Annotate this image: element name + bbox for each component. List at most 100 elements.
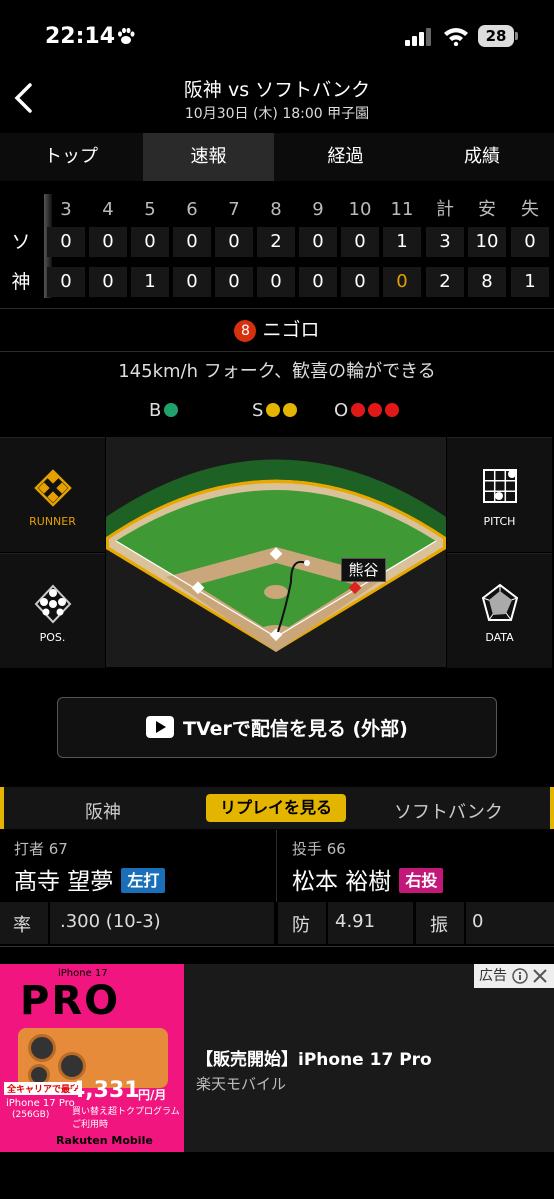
ad-img-price: 4,331 xyxy=(70,1078,140,1103)
score-cell: 0 xyxy=(131,227,169,257)
inning-header: 6 xyxy=(186,199,198,220)
info-icon xyxy=(512,968,528,984)
signal-icon xyxy=(405,28,431,46)
count-dot xyxy=(164,403,179,417)
game-title: 阪神 vs ソフトバンク xyxy=(183,79,371,101)
inning-header: 計 xyxy=(436,199,454,220)
play-description: 145km/h フォーク、歓喜の輪ができる xyxy=(118,361,436,382)
wifi-icon xyxy=(444,28,468,46)
pos-button[interactable]: POS. xyxy=(0,553,105,668)
team-away-label: ソ xyxy=(11,231,31,253)
score-cell: 0 xyxy=(173,227,211,257)
ad-img-storage: (256GB) xyxy=(12,1110,50,1120)
score-cell: 0 xyxy=(299,267,337,297)
inning-header: 3 xyxy=(60,199,72,220)
score-cell: 0 xyxy=(299,227,337,257)
paw-icon xyxy=(118,27,135,44)
batter-label: 打者 67 xyxy=(14,840,68,858)
balls-dots xyxy=(161,400,179,421)
divider xyxy=(0,946,554,947)
out-count: O xyxy=(334,400,400,421)
ad-tag-label: 広告 xyxy=(479,968,507,984)
data-label: DATA xyxy=(485,631,514,644)
batter-info[interactable]: 髙寺 望夢 左打 xyxy=(14,862,166,896)
outs-label: O xyxy=(334,400,349,421)
bar-edge-right xyxy=(550,787,554,829)
ad-title[interactable]: 【販売開始】iPhone 17 Pro xyxy=(196,1045,432,1070)
strikes-dots xyxy=(263,400,298,421)
pos-label: POS. xyxy=(39,631,66,644)
count-dot xyxy=(385,403,400,417)
stat-avg-key: 率 xyxy=(13,915,31,936)
batter-hand-badge: 左打 xyxy=(121,868,166,893)
scoreboard: ソ 神 3 4 5 6 7 8 9 10 11 計安失 0 0 0 0 0 2 0 0 1 3 10 0 0 0 1 0 0 0 0 0 0… xyxy=(0,190,554,302)
score-cell: 0 xyxy=(341,267,379,297)
score-cell: 1 xyxy=(511,267,549,297)
data-button[interactable]: DATA xyxy=(447,553,552,668)
replay-away-team[interactable]: ソフトバンク xyxy=(394,798,503,824)
game-subtitle: 10月30日 (木) 18:00 甲子園 xyxy=(184,106,370,122)
divider xyxy=(0,351,554,352)
runner-button[interactable]: RUNNER xyxy=(0,437,105,552)
inning-header: 10 xyxy=(348,199,372,220)
tab-stats[interactable]: 成績 xyxy=(413,133,551,181)
radar-chart-icon xyxy=(481,583,519,621)
position-badge: 8 xyxy=(234,319,257,342)
ad-image[interactable]: iPhone 17 PRO 全キャリアで最安 4,331 円/月 iPhone … xyxy=(0,964,184,1152)
count-dot xyxy=(368,403,383,417)
play-icon xyxy=(146,716,174,738)
inning-header: 9 xyxy=(312,199,324,220)
score-cell: 2 xyxy=(426,267,464,297)
score-cell: 0 xyxy=(215,227,253,257)
replay-button[interactable]: リプレイを見る xyxy=(206,794,346,822)
batter-name: 髙寺 望夢 xyxy=(14,869,114,895)
pitcher-name: 松本 裕樹 xyxy=(292,869,392,895)
score-cell: 1 xyxy=(383,227,421,257)
count-dot xyxy=(351,403,366,417)
inning-header: 7 xyxy=(228,199,240,220)
ad-img-program: 買い替え超トクプログラムご利用時 xyxy=(72,1107,180,1130)
status-time: 22:14 xyxy=(45,24,116,49)
tab-progress[interactable]: 経過 xyxy=(278,133,413,181)
divider xyxy=(276,830,277,902)
team-home-label: 神 xyxy=(11,271,31,293)
score-cell: 10 xyxy=(468,227,506,257)
tab-live[interactable]: 速報 xyxy=(143,133,274,181)
score-cell: 0 xyxy=(89,267,127,297)
strike-count: S xyxy=(252,400,298,421)
count-dot xyxy=(283,403,298,417)
stat-k-value: 0 xyxy=(472,911,484,932)
ad-tag[interactable]: 広告 xyxy=(474,964,554,988)
pitch-button[interactable]: PITCH xyxy=(447,437,552,552)
replay-home-team[interactable]: 阪神 xyxy=(85,798,121,824)
strikes-label: S xyxy=(252,400,264,421)
bar-edge-left xyxy=(0,787,4,829)
score-cell: 3 xyxy=(426,227,464,257)
pitcher-label: 投手 66 xyxy=(292,840,346,858)
ad-img-model: iPhone 17 Pro xyxy=(6,1098,75,1109)
inning-header: 8 xyxy=(270,199,282,220)
inning-header: 5 xyxy=(144,199,156,220)
baseball-field xyxy=(106,437,446,667)
strike-zone-icon xyxy=(483,469,517,503)
score-cell: 0 xyxy=(89,227,127,257)
close-icon[interactable] xyxy=(532,968,548,984)
ad-img-pro: PRO xyxy=(20,978,121,1024)
score-cell: 2 xyxy=(257,227,295,257)
score-cell: 0 xyxy=(47,227,85,257)
balls-label: B xyxy=(149,400,162,421)
fielder-name-tag: 熊谷 xyxy=(341,558,386,582)
tab-bar: トップ 速報 経過 成績 xyxy=(0,133,554,181)
pitch-label: PITCH xyxy=(483,515,516,528)
diamond-icon xyxy=(34,469,72,507)
status-bar: 22:14 28 xyxy=(0,0,554,70)
inning-header: 失 xyxy=(521,199,539,220)
stat-avg-value: .300 (10-3) xyxy=(60,911,161,932)
positions-icon xyxy=(34,584,72,624)
play-result-text: ニゴロ xyxy=(262,319,320,341)
ad-img-price-unit: 円/月 xyxy=(138,1088,167,1102)
inning-header: 11 xyxy=(390,199,414,220)
pitcher-info[interactable]: 松本 裕樹 右投 xyxy=(292,862,444,896)
play-result: 8 ニゴロ xyxy=(0,312,554,348)
tab-top[interactable]: トップ xyxy=(0,133,142,181)
